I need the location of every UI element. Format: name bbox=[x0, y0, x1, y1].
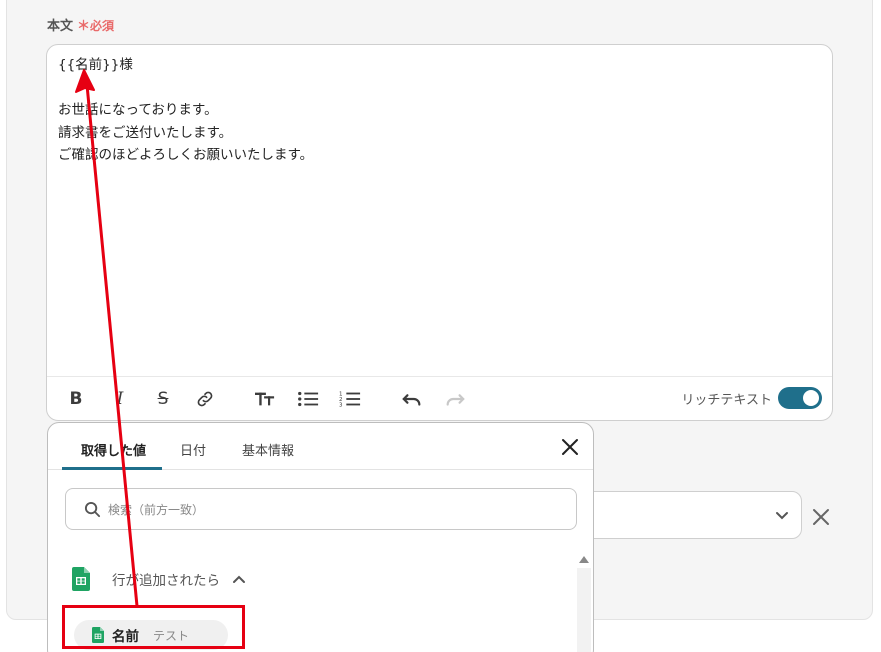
chevron-down-icon[interactable] bbox=[775, 508, 789, 522]
tab-date[interactable]: 日付 bbox=[180, 440, 206, 459]
tab-acquired-values[interactable]: 取得した値 bbox=[81, 440, 146, 459]
required-badge: ＊必須 bbox=[77, 19, 115, 34]
italic-button[interactable]: I bbox=[109, 388, 131, 410]
numbered-list-button[interactable]: 123 bbox=[339, 388, 361, 410]
editor-line: お世話になっております。 bbox=[58, 102, 218, 118]
required-star: ＊ bbox=[77, 19, 91, 34]
numbered-list-icon: 123 bbox=[339, 391, 361, 408]
tab-basic-info[interactable]: 基本情報 bbox=[242, 440, 294, 459]
redo-icon bbox=[446, 394, 465, 406]
scrollbar-track[interactable] bbox=[577, 568, 591, 652]
chevron-up-icon[interactable] bbox=[232, 573, 246, 585]
close-icon[interactable] bbox=[561, 438, 579, 456]
field-label-text: 本文 bbox=[47, 19, 74, 34]
bullet-list-icon bbox=[298, 391, 319, 407]
popup-tabs: 取得した値 日付 基本情報 bbox=[48, 423, 593, 470]
undo-icon bbox=[402, 394, 421, 406]
text-size-button[interactable] bbox=[254, 388, 276, 410]
editor-line: 請求書をご送付いたします。 bbox=[58, 124, 233, 141]
svg-text:3: 3 bbox=[339, 402, 343, 408]
rich-text-label: リッチテキスト bbox=[681, 393, 772, 408]
redo-button[interactable] bbox=[444, 388, 466, 410]
scroll-up-arrow[interactable] bbox=[579, 556, 589, 563]
undo-button[interactable] bbox=[401, 388, 423, 410]
editor-content[interactable]: {{名前}}様 お世話になっております。 請求書をご送付いたします。 ご確認のほ… bbox=[58, 54, 313, 167]
link-icon bbox=[197, 391, 213, 407]
search-input[interactable] bbox=[108, 499, 548, 521]
search-field[interactable] bbox=[65, 488, 577, 530]
search-icon bbox=[84, 501, 101, 518]
bullet-list-button[interactable] bbox=[297, 388, 319, 410]
group-title: 行が追加されたら bbox=[112, 573, 220, 589]
annotation-highlight-box bbox=[62, 605, 245, 649]
bold-button[interactable]: B bbox=[65, 388, 87, 410]
text-size-icon bbox=[255, 392, 275, 406]
rich-text-toggle[interactable] bbox=[778, 387, 822, 409]
required-label: 必須 bbox=[90, 19, 115, 33]
google-sheets-icon bbox=[72, 567, 90, 591]
toggle-knob bbox=[803, 390, 819, 406]
clear-icon[interactable] bbox=[811, 507, 831, 527]
select-field[interactable] bbox=[560, 491, 802, 539]
editor-toolbar: B I S 123 リッチテキスト bbox=[47, 376, 832, 420]
body-editor[interactable]: {{名前}}様 お世話になっております。 請求書をご送付いたします。 ご確認のほ… bbox=[46, 44, 833, 421]
active-tab-indicator bbox=[62, 467, 162, 470]
editor-line: ご確認のほどよろしくお願いいたします。 bbox=[58, 147, 314, 163]
editor-line: {{名前}}様 bbox=[58, 57, 133, 73]
link-button[interactable] bbox=[194, 388, 216, 410]
field-label-body: 本文 ＊必須 bbox=[47, 15, 114, 34]
strikethrough-button[interactable]: S bbox=[152, 388, 174, 410]
group-header[interactable]: 行が追加されたら bbox=[72, 565, 246, 593]
